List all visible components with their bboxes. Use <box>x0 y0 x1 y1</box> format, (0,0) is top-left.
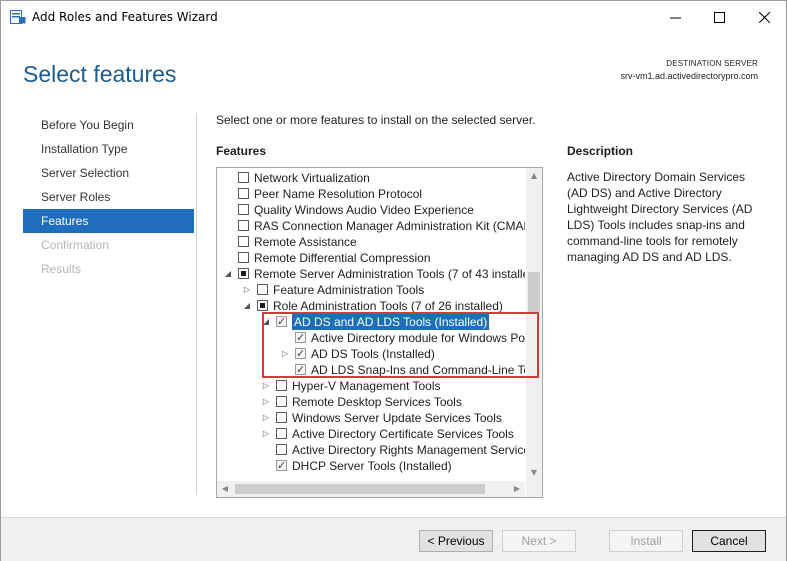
scroll-left-icon[interactable]: ◀ <box>217 481 233 497</box>
scrollbar-corner <box>526 481 542 497</box>
install-button[interactable]: Install <box>609 530 683 552</box>
feature-tree-row[interactable]: Remote Assistance <box>217 234 525 250</box>
feature-tree-row[interactable]: Active Directory Rights Management Servi… <box>217 442 525 458</box>
page-title: Select features <box>23 61 177 87</box>
feature-label[interactable]: Remote Differential Compression <box>254 250 431 266</box>
nav-divider <box>196 113 197 495</box>
feature-label[interactable]: Active Directory Certificate Services To… <box>292 426 514 442</box>
nav-item-before-you-begin[interactable]: Before You Begin <box>23 113 194 137</box>
feature-label[interactable]: Hyper-V Management Tools <box>292 378 441 394</box>
window-title: Add Roles and Features Wizard <box>32 10 218 24</box>
horizontal-scrollbar-thumb[interactable] <box>235 484 485 494</box>
nav-item-server-roles[interactable]: Server Roles <box>23 185 194 209</box>
feature-checkbox[interactable] <box>238 236 249 247</box>
feature-tree-row[interactable]: ▷ Active Directory Certificate Services T… <box>217 426 525 442</box>
feature-checkbox[interactable] <box>276 428 287 439</box>
feature-tree-row[interactable]: ▷ Windows Server Update Services Tools <box>217 410 525 426</box>
expanded-arrow-icon[interactable]: ◢ <box>223 266 233 282</box>
feature-checkbox[interactable] <box>257 284 268 295</box>
wizard-window: Add Roles and Features Wizard Select fea… <box>0 0 787 561</box>
title-bar: Add Roles and Features Wizard <box>1 1 786 33</box>
feature-checkbox[interactable] <box>276 458 287 474</box>
wizard-header: Select features DESTINATION SERVER srv-v… <box>1 33 786 103</box>
feature-tree-row[interactable]: Network Virtualization <box>217 170 525 186</box>
scroll-right-icon[interactable]: ▶ <box>509 481 525 497</box>
minimize-button[interactable] <box>653 1 697 33</box>
feature-checkbox[interactable] <box>238 252 249 263</box>
feature-checkbox[interactable] <box>276 412 287 423</box>
maximize-icon <box>713 11 725 23</box>
feature-label[interactable]: Windows Server Update Services Tools <box>292 410 502 426</box>
collapsed-arrow-icon[interactable]: ▷ <box>261 426 271 442</box>
destination-server-label: DESTINATION SERVER <box>666 59 758 68</box>
wizard-nav: Before You Begin Installation Type Server … <box>23 113 194 281</box>
feature-label[interactable]: Feature Administration Tools <box>273 282 424 298</box>
cancel-button[interactable]: Cancel <box>692 530 766 552</box>
nav-item-results: Results <box>41 262 82 276</box>
feature-tree-row[interactable]: DHCP Server Tools (Installed) <box>217 458 525 474</box>
feature-label[interactable]: Remote Desktop Services Tools <box>292 394 462 410</box>
nav-item-server-selection[interactable]: Server Selection <box>23 161 194 185</box>
feature-tree-row[interactable]: ◢ Remote Server Administration Tools (7 o… <box>217 266 525 282</box>
feature-label[interactable]: Remote Server Administration Tools (7 of… <box>254 266 525 282</box>
feature-label[interactable]: RAS Connection Manager Administration Ki… <box>254 218 525 234</box>
feature-checkbox[interactable] <box>238 204 249 215</box>
close-icon <box>758 11 770 23</box>
highlight-annotation-box <box>262 312 539 378</box>
collapsed-arrow-icon[interactable]: ▷ <box>261 394 271 410</box>
feature-checkbox[interactable] <box>238 220 249 231</box>
feature-label[interactable]: Quality Windows Audio Video Experience <box>254 202 474 218</box>
scrollbar-thumb[interactable] <box>528 272 540 312</box>
feature-label[interactable]: DHCP Server Tools (Installed) <box>292 458 452 474</box>
nav-item-installation-type[interactable]: Installation Type <box>23 137 194 161</box>
description-text: Active Directory Domain Services (AD DS)… <box>567 170 753 264</box>
feature-label[interactable]: Network Virtualization <box>254 170 370 186</box>
feature-tree-row[interactable]: ▷ Remote Desktop Services Tools <box>217 394 525 410</box>
close-button[interactable] <box>742 1 786 33</box>
instructions-text: Select one or more features to install o… <box>216 113 536 127</box>
feature-checkbox[interactable] <box>276 380 287 391</box>
server-manager-icon <box>10 10 26 24</box>
feature-tree-row[interactable]: ▷ Hyper-V Management Tools <box>217 378 525 394</box>
horizontal-scrollbar[interactable]: ◀ ▶ <box>217 481 525 497</box>
feature-label[interactable]: Peer Name Resolution Protocol <box>254 186 422 202</box>
feature-tree-row[interactable]: ▷ Feature Administration Tools <box>217 282 525 298</box>
feature-checkbox[interactable] <box>276 396 287 407</box>
features-heading: Features <box>216 144 267 158</box>
feature-label[interactable]: Active Directory Rights Management Servi… <box>292 442 525 458</box>
collapsed-arrow-icon[interactable]: ▷ <box>261 378 271 394</box>
feature-checkbox[interactable] <box>238 172 249 183</box>
expanded-arrow-icon[interactable]: ◢ <box>242 298 252 314</box>
scroll-down-icon[interactable]: ▼ <box>526 465 542 481</box>
feature-checkbox[interactable] <box>238 188 249 199</box>
scroll-up-icon[interactable]: ▲ <box>526 168 542 184</box>
next-button[interactable]: Next > <box>502 530 576 552</box>
feature-checkbox[interactable] <box>257 300 268 311</box>
feature-tree-row[interactable]: Remote Differential Compression <box>217 250 525 266</box>
feature-tree-row[interactable]: Quality Windows Audio Video Experience <box>217 202 525 218</box>
wizard-footer: < Previous Next > Install Cancel <box>1 517 786 561</box>
description-heading: Description <box>567 144 634 158</box>
destination-server-name: srv-vm1.ad.activedirectorypro.com <box>620 71 758 81</box>
feature-checkbox[interactable] <box>238 268 249 279</box>
nav-item-features[interactable]: Features <box>23 209 194 233</box>
minimize-icon <box>669 17 681 18</box>
collapsed-arrow-icon[interactable]: ▷ <box>242 282 252 298</box>
feature-label[interactable]: Remote Assistance <box>254 234 357 250</box>
feature-checkbox[interactable] <box>276 444 287 455</box>
maximize-button[interactable] <box>697 1 741 33</box>
nav-item-confirmation: Confirmation <box>41 238 110 252</box>
previous-button[interactable]: < Previous <box>419 530 493 552</box>
feature-tree-row[interactable]: Peer Name Resolution Protocol <box>217 186 525 202</box>
collapsed-arrow-icon[interactable]: ▷ <box>261 410 271 426</box>
feature-tree-row[interactable]: RAS Connection Manager Administration Ki… <box>217 218 525 234</box>
